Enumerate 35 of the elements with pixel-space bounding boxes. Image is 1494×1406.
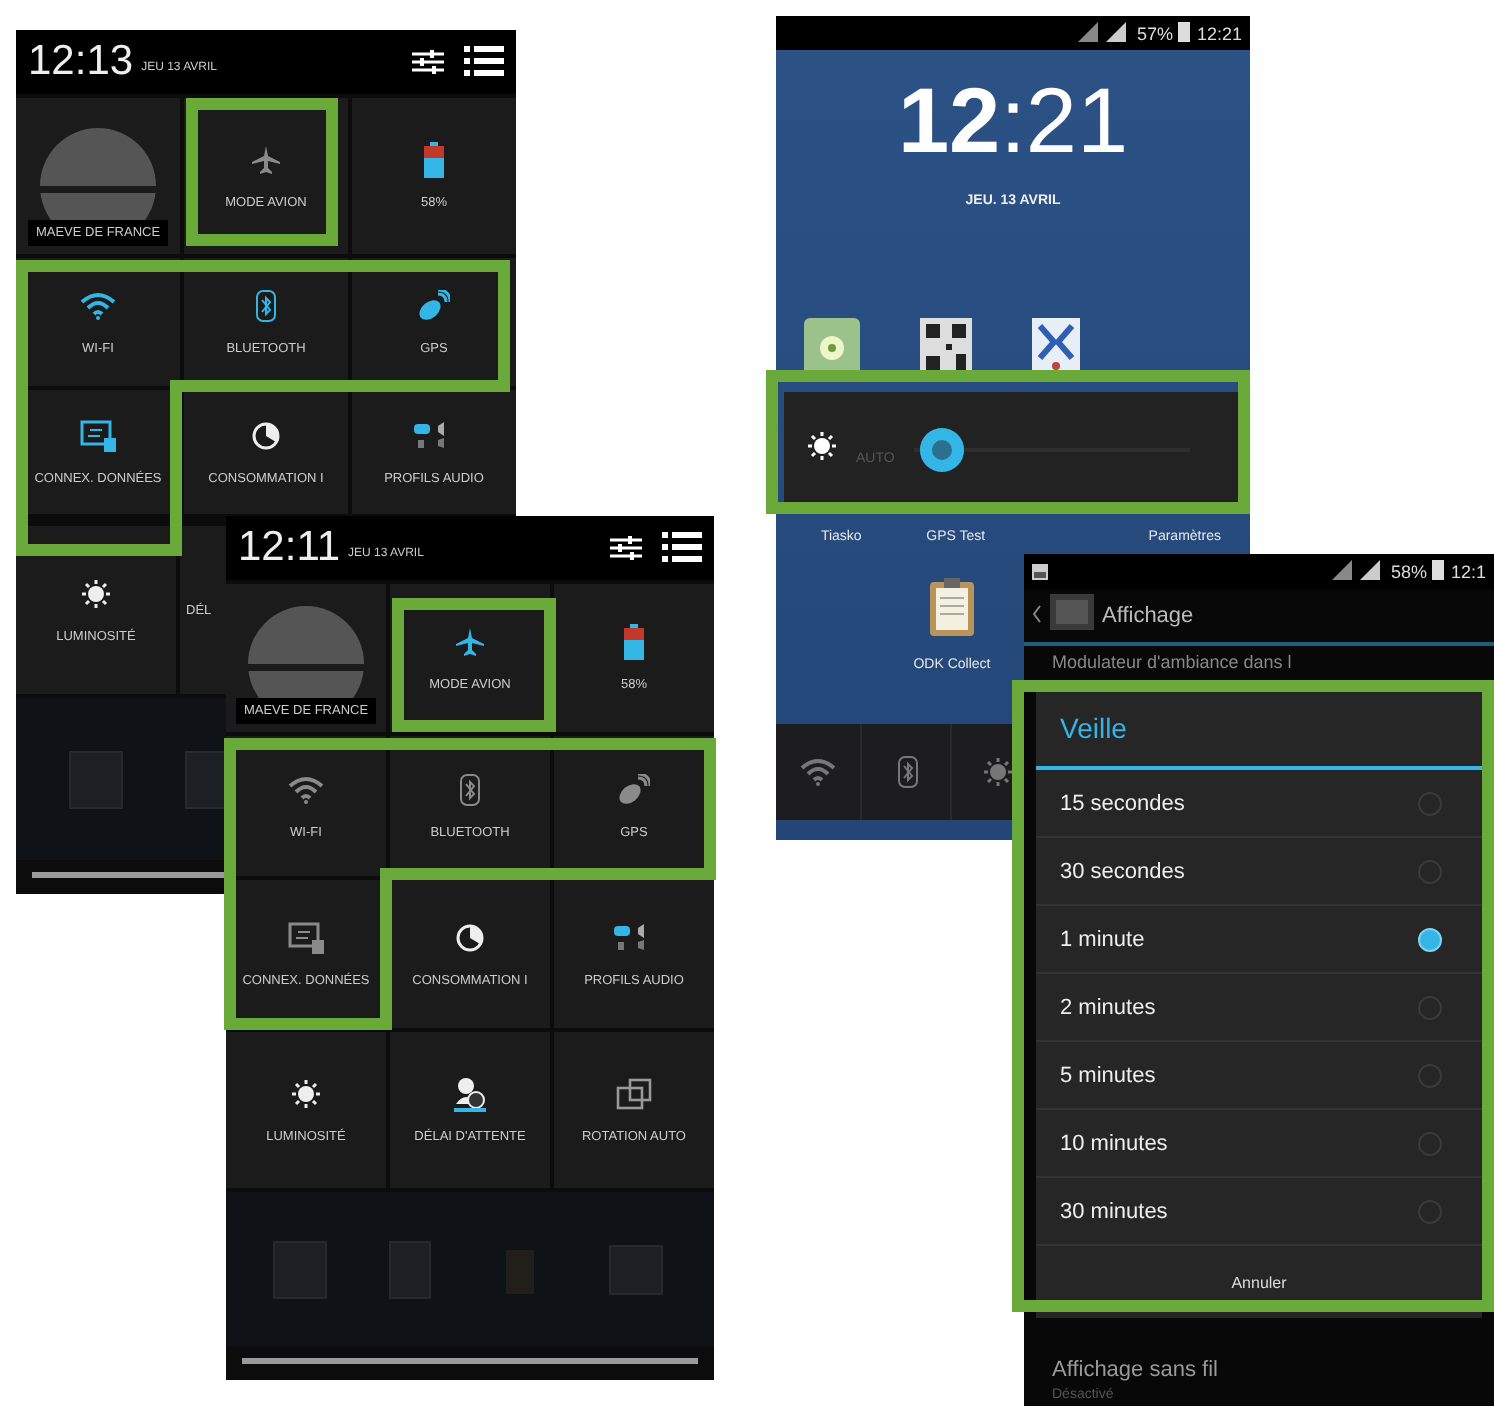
settings-sliders-icon (412, 48, 444, 76)
dialog-title: Veille (1036, 690, 1482, 770)
dialog-option[interactable]: 2 minutes (1036, 974, 1482, 1042)
bluetooth-icon (898, 756, 918, 788)
sun-icon (984, 758, 1012, 786)
setting-title[interactable]: Modulateur d'ambiance dans l (1024, 646, 1320, 674)
clock-time: 12:21 (895, 74, 1131, 166)
settings-sliders-icon (610, 534, 642, 562)
dialog-option[interactable]: 10 minutes (1036, 1110, 1482, 1178)
clock-time: 12:13 (28, 38, 134, 86)
slider-thumb[interactable] (920, 428, 965, 472)
settings-app-icon (1050, 593, 1094, 629)
wifi-icon (800, 758, 836, 786)
dialog-option[interactable]: 30 secondes (1036, 838, 1482, 906)
battery-percent: 57% (1136, 23, 1173, 43)
list-icon (662, 532, 702, 564)
clock-time: 12:11 (238, 524, 340, 572)
clipboard-icon (928, 576, 976, 636)
dialog-option[interactable]: 1 minute (1036, 906, 1482, 974)
signal-icon (1078, 21, 1131, 41)
dialog-option[interactable]: 5 minutes (1036, 1042, 1482, 1110)
signal-icon (1332, 560, 1385, 580)
picture-icon (1032, 564, 1048, 580)
battery-icon (1432, 560, 1445, 580)
list-icon (464, 46, 504, 78)
back-caret-icon (1032, 604, 1042, 624)
status-time: 12:1 (1450, 562, 1486, 582)
status-time: 12:21 (1196, 23, 1242, 43)
sun-icon (808, 431, 836, 459)
pattern-icon (1032, 318, 1080, 374)
dialog-option[interactable]: 15 secondes (1036, 770, 1482, 838)
screen-title: Affichage (1102, 604, 1194, 628)
battery-percent: 58% (1390, 562, 1427, 582)
battery-icon (1178, 21, 1191, 41)
setting-title[interactable]: Affichage sans fil (1052, 1358, 1466, 1382)
